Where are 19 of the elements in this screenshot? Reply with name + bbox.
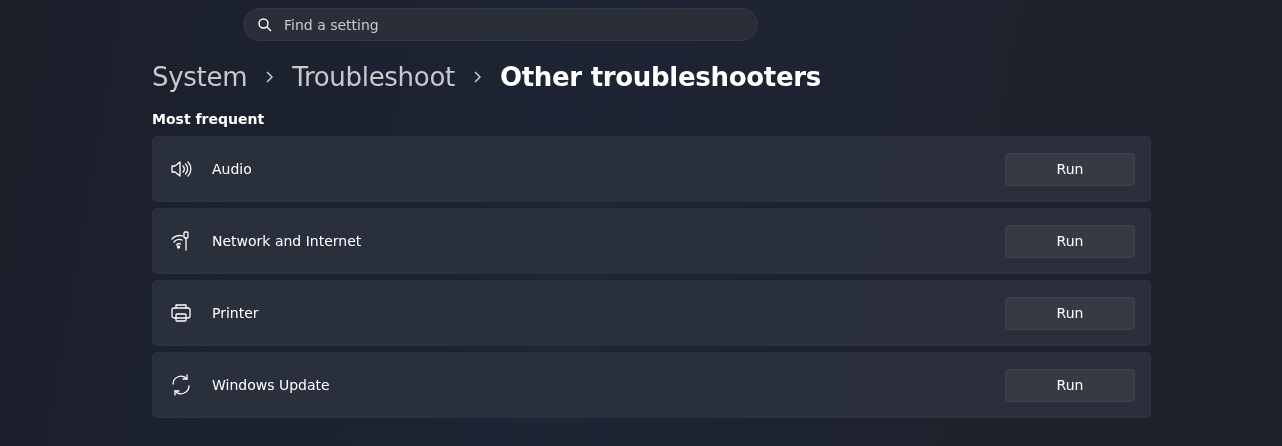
- chevron-right-icon: [265, 71, 275, 83]
- printer-icon: [170, 302, 192, 324]
- section-heading: Most frequent: [152, 111, 266, 127]
- troubleshooter-label: Windows Update: [212, 377, 331, 393]
- search-field[interactable]: Find a setting: [243, 8, 758, 41]
- search-icon: [258, 18, 272, 32]
- run-button[interactable]: Run: [1005, 224, 1135, 258]
- troubleshooter-label: Network and Internet: [212, 233, 363, 249]
- run-button[interactable]: Run: [1005, 368, 1135, 402]
- run-button[interactable]: Run: [1005, 296, 1135, 330]
- troubleshooter-label: Printer: [212, 305, 260, 321]
- breadcrumb-item[interactable]: System: [152, 62, 248, 92]
- troubleshooter-label: Audio: [212, 161, 253, 177]
- breadcrumb-item: Other troubleshooters: [499, 62, 821, 92]
- refresh-icon: [170, 374, 192, 396]
- chevron-right-icon: [472, 71, 482, 83]
- breadcrumb-item[interactable]: Troubleshoot: [292, 62, 455, 92]
- wifi-cable-icon: [170, 230, 192, 252]
- run-button[interactable]: Run: [1005, 152, 1135, 186]
